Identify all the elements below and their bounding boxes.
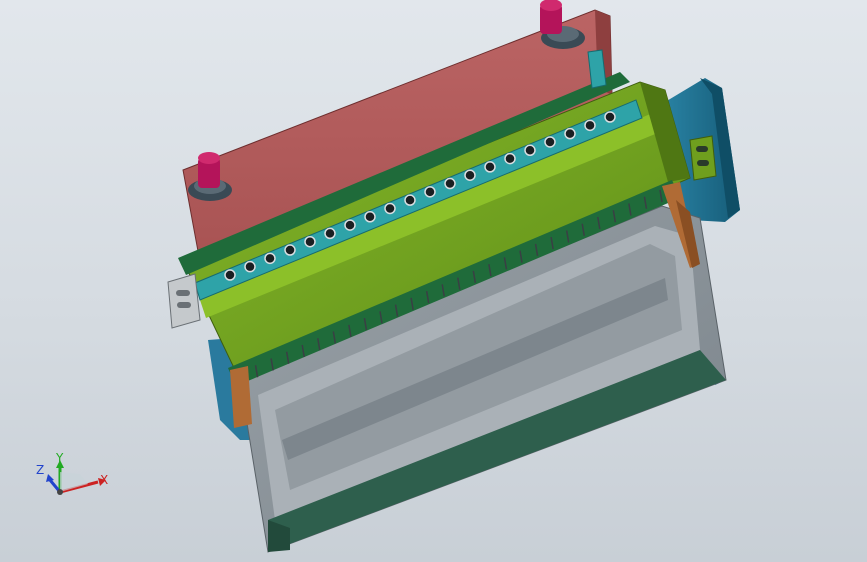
cad-viewport[interactable]: X Y Z: [0, 0, 867, 562]
pin-head: [304, 235, 316, 248]
pin-head: [284, 244, 296, 256]
pin-head: [504, 152, 516, 165]
pin-head: [524, 144, 536, 157]
pin-head: [264, 252, 276, 265]
mold-assembly-model[interactable]: [0, 0, 867, 562]
pin-head: [564, 127, 576, 140]
pin-head: [484, 161, 496, 173]
pin-head: [244, 260, 256, 273]
pin-head: [424, 186, 436, 198]
right-bracket: [689, 135, 717, 181]
pin-head: [444, 177, 456, 190]
pin-head: [224, 269, 236, 281]
x-axis-label: X: [100, 473, 108, 487]
left-bracket: [167, 273, 201, 329]
pin-head: [584, 119, 596, 132]
pin-head: [404, 194, 416, 206]
pin-head: [344, 219, 356, 231]
pin-head: [324, 227, 336, 240]
pin-head: [384, 202, 396, 215]
pin-head: [544, 136, 556, 148]
pin-head: [464, 169, 476, 181]
pin-head: [604, 111, 616, 123]
pin-head: [364, 211, 376, 223]
z-axis-label: Z: [36, 463, 44, 477]
y-axis-label: Y: [55, 451, 64, 465]
axis-triad: X Y Z: [36, 451, 108, 495]
